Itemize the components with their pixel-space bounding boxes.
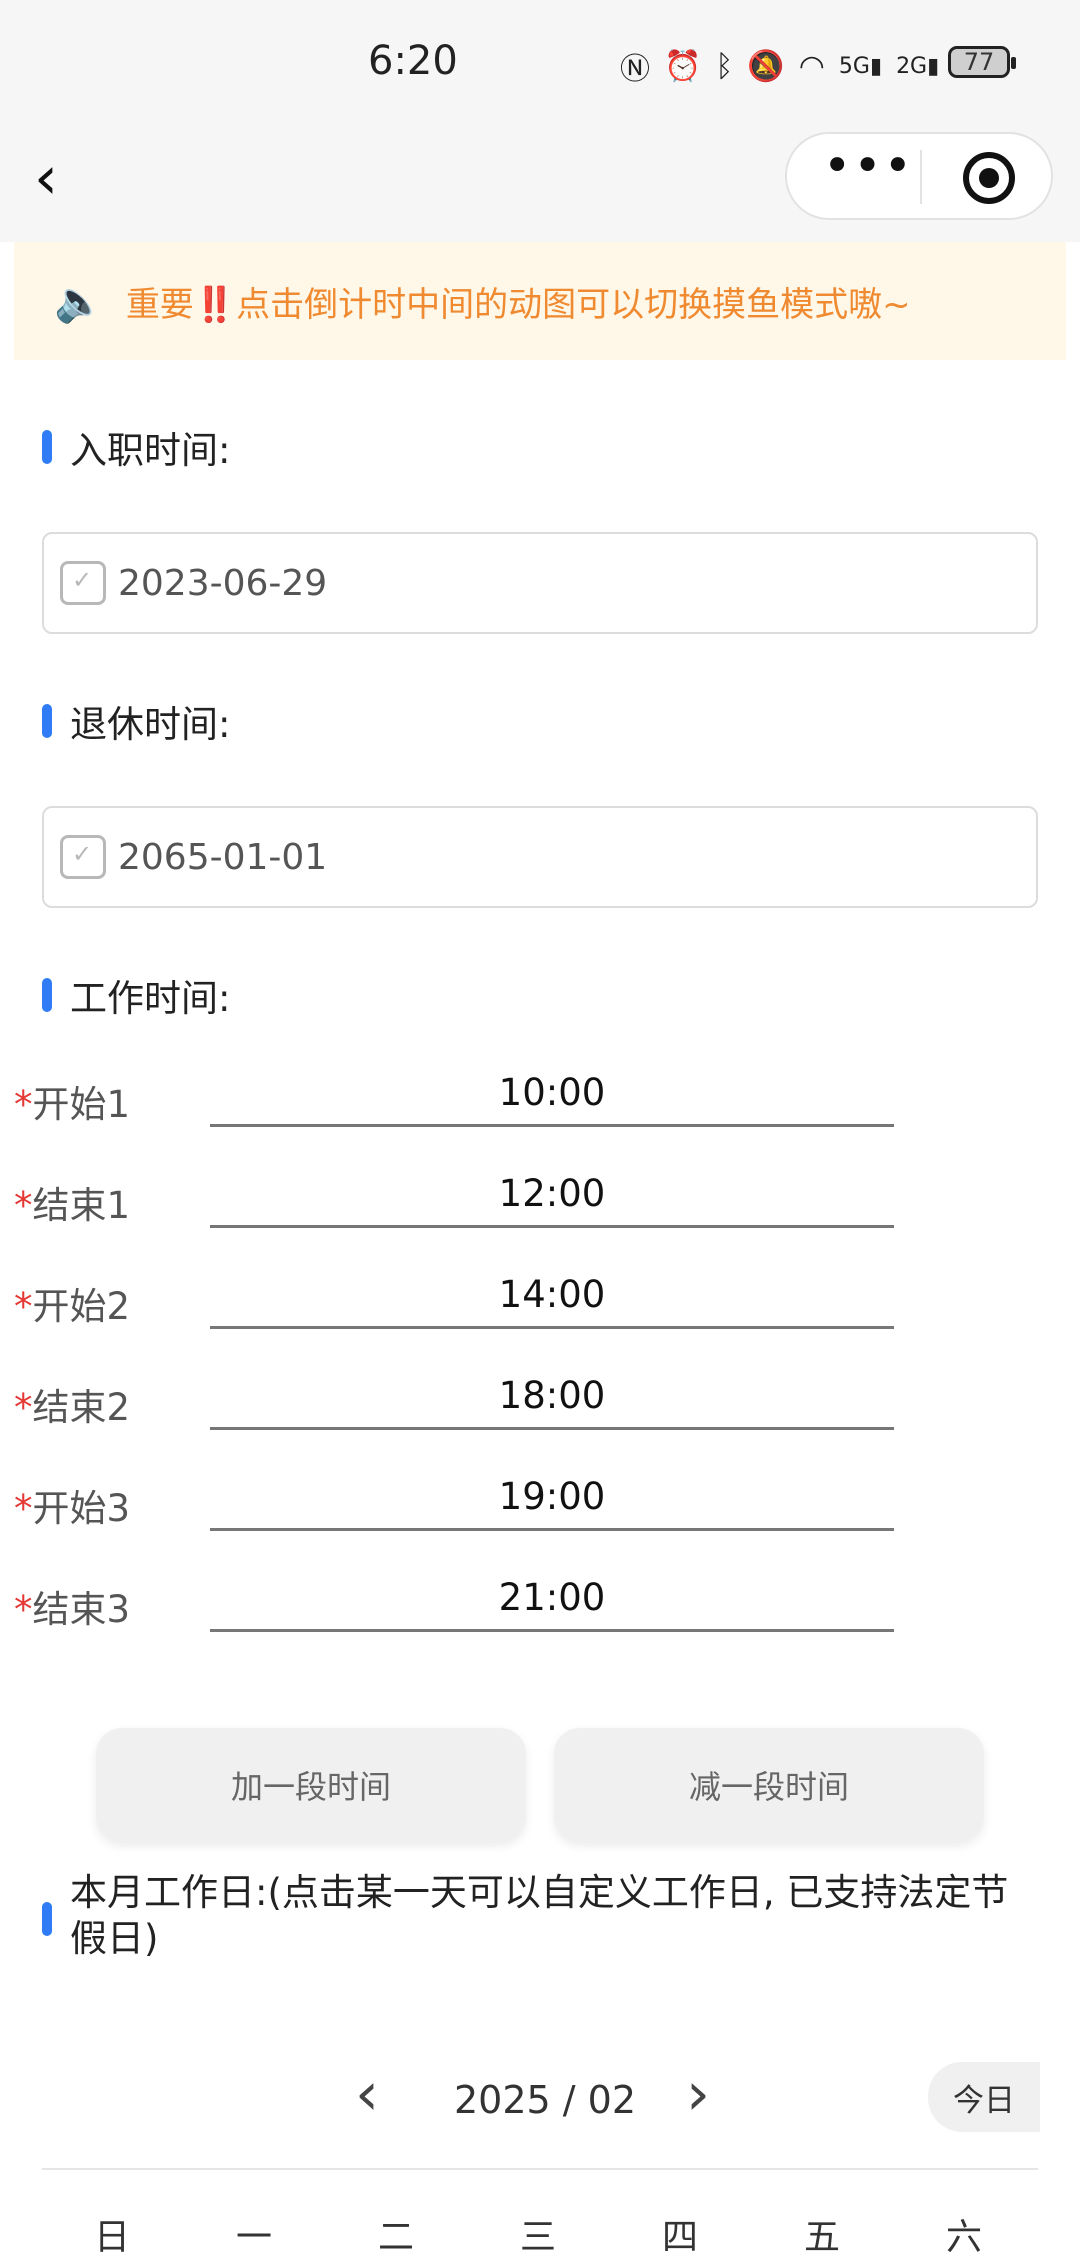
section-marker: [42, 430, 52, 464]
work-time-label-text: 工作时间:: [70, 977, 231, 1020]
weekday-label: 二: [377, 2217, 414, 2258]
status-bar: 6:20 Ⓝ ⏰ ᛒ 🔕 ◠ 5G▮ 2G▮ 77: [0, 0, 1080, 130]
row-label: *结束1: [14, 1184, 131, 1227]
row-label: *结束3: [14, 1588, 131, 1631]
remove-time-button[interactable]: 减一段时间: [554, 1728, 984, 1842]
required-icon: *: [14, 1386, 33, 1429]
section-marker: [42, 704, 52, 738]
hire-date-label: 入职时间:: [42, 420, 230, 474]
row-label: *开始2: [14, 1285, 131, 1328]
weekday-label: 五: [803, 2217, 840, 2258]
weekday-label: 一: [235, 2217, 272, 2258]
retire-date-picker[interactable]: 2065-01-01: [42, 806, 1038, 908]
chevron-right-icon[interactable]: ›: [686, 2064, 710, 2124]
retire-date-label: 退休时间:: [42, 694, 230, 748]
work-time-row: *结束3 21:00: [0, 1567, 1080, 1637]
chevron-left-icon[interactable]: ‹: [34, 148, 58, 208]
speaker-icon: 🔈: [54, 278, 104, 325]
retire-date-label-text: 退休时间:: [70, 703, 231, 746]
add-time-button[interactable]: 加一段时间: [96, 1728, 526, 1842]
work-time-row: *开始1 10:00: [0, 1062, 1080, 1132]
month-workdays-label: 本月工作日:(点击某一天可以自定义工作日, 已支持法定节假日): [42, 1870, 1032, 1962]
retire-date-value: 2065-01-01: [118, 836, 328, 878]
calendar-icon: [60, 835, 106, 879]
mini-program-capsule: •••: [785, 132, 1053, 220]
today-button[interactable]: 今日: [928, 2062, 1040, 2132]
time-field[interactable]: 21:00: [210, 1567, 894, 1632]
signal-5g-icon: 5G▮: [838, 53, 883, 79]
time-field[interactable]: 12:00: [210, 1163, 894, 1228]
month-workdays-text: 本月工作日:(点击某一天可以自定义工作日, 已支持法定节假日): [70, 1871, 1009, 1960]
required-icon: *: [14, 1588, 33, 1631]
row-label: *结束2: [14, 1386, 131, 1429]
status-icons: Ⓝ ⏰ ᛒ 🔕 ◠ 5G▮ 2G▮: [620, 44, 939, 88]
more-dots-icon[interactable]: •••: [823, 138, 914, 194]
required-icon: *: [14, 1285, 33, 1328]
weekday-header: 日 一 二 三 四 五 六: [0, 2208, 1080, 2258]
calendar-divider: [42, 2168, 1038, 2170]
row-label: *开始1: [14, 1083, 131, 1126]
calendar-month-title: 2025 / 02: [454, 2078, 637, 2122]
weekday-label: 四: [661, 2217, 698, 2258]
hire-date-value: 2023-06-29: [118, 562, 328, 604]
time-field[interactable]: 14:00: [210, 1264, 894, 1329]
required-icon: *: [14, 1184, 33, 1227]
calendar-icon: [60, 561, 106, 605]
section-marker: [42, 978, 52, 1012]
work-time-row: *开始2 14:00: [0, 1264, 1080, 1334]
nav-bar: ‹ •••: [0, 130, 1080, 242]
work-time-row: *结束1 12:00: [0, 1163, 1080, 1233]
calendar-nav: ‹ 2025 / 02 ›: [0, 2060, 1080, 2140]
work-time-label: 工作时间:: [42, 968, 230, 1022]
battery-indicator: 77: [948, 46, 1016, 78]
weekday-label: 日: [93, 2217, 130, 2258]
capsule-divider: [920, 150, 922, 204]
work-time-row: *开始3 19:00: [0, 1466, 1080, 1536]
time-field[interactable]: 19:00: [210, 1466, 894, 1531]
row-label: *开始3: [14, 1487, 131, 1530]
notice-bar: 🔈 重要‼️点击倒计时中间的动图可以切换摸鱼模式嗷~: [14, 242, 1066, 360]
time-field[interactable]: 18:00: [210, 1365, 894, 1430]
hire-date-picker[interactable]: 2023-06-29: [42, 532, 1038, 634]
chevron-left-icon[interactable]: ‹: [355, 2064, 379, 2124]
time-field[interactable]: 10:00: [210, 1062, 894, 1127]
bluetooth-icon: ᛒ: [715, 48, 734, 84]
section-marker: [42, 1902, 52, 1936]
hire-date-label-text: 入职时间:: [70, 429, 231, 472]
weekday-label: 三: [519, 2217, 556, 2258]
work-time-row: *结束2 18:00: [0, 1365, 1080, 1435]
record-target-icon[interactable]: [963, 152, 1015, 204]
weekday-label: 六: [945, 2217, 982, 2258]
wifi-icon: ◠: [798, 48, 825, 84]
status-time: 6:20: [368, 38, 458, 84]
notice-text: 重要‼️点击倒计时中间的动图可以切换摸鱼模式嗷~: [125, 284, 911, 325]
mute-icon: 🔕: [747, 48, 785, 84]
required-icon: *: [14, 1487, 33, 1530]
alarm-icon: ⏰: [664, 48, 702, 84]
signal-2g-icon: 2G▮: [896, 53, 940, 79]
required-icon: *: [14, 1083, 33, 1126]
nfc-icon: Ⓝ: [620, 52, 650, 87]
